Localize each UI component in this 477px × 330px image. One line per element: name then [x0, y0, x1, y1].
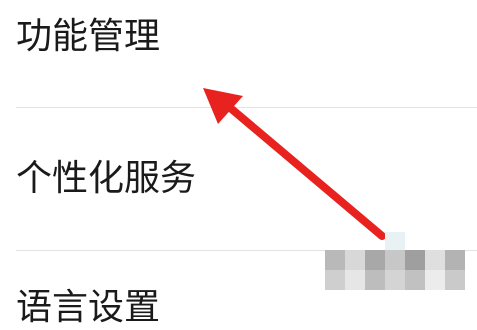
- divider: [16, 107, 477, 108]
- divider: [16, 250, 477, 251]
- watermark-mosaic: [325, 232, 467, 292]
- menu-item-function-management[interactable]: 功能管理: [0, 15, 477, 59]
- menu-item-personalized-services[interactable]: 个性化服务: [0, 157, 477, 201]
- menu-item-label: 功能管理: [16, 16, 161, 57]
- menu-item-label: 个性化服务: [16, 158, 197, 199]
- menu-item-label: 语言设置: [16, 287, 161, 328]
- menu-item-language-settings[interactable]: 语言设置: [0, 286, 477, 330]
